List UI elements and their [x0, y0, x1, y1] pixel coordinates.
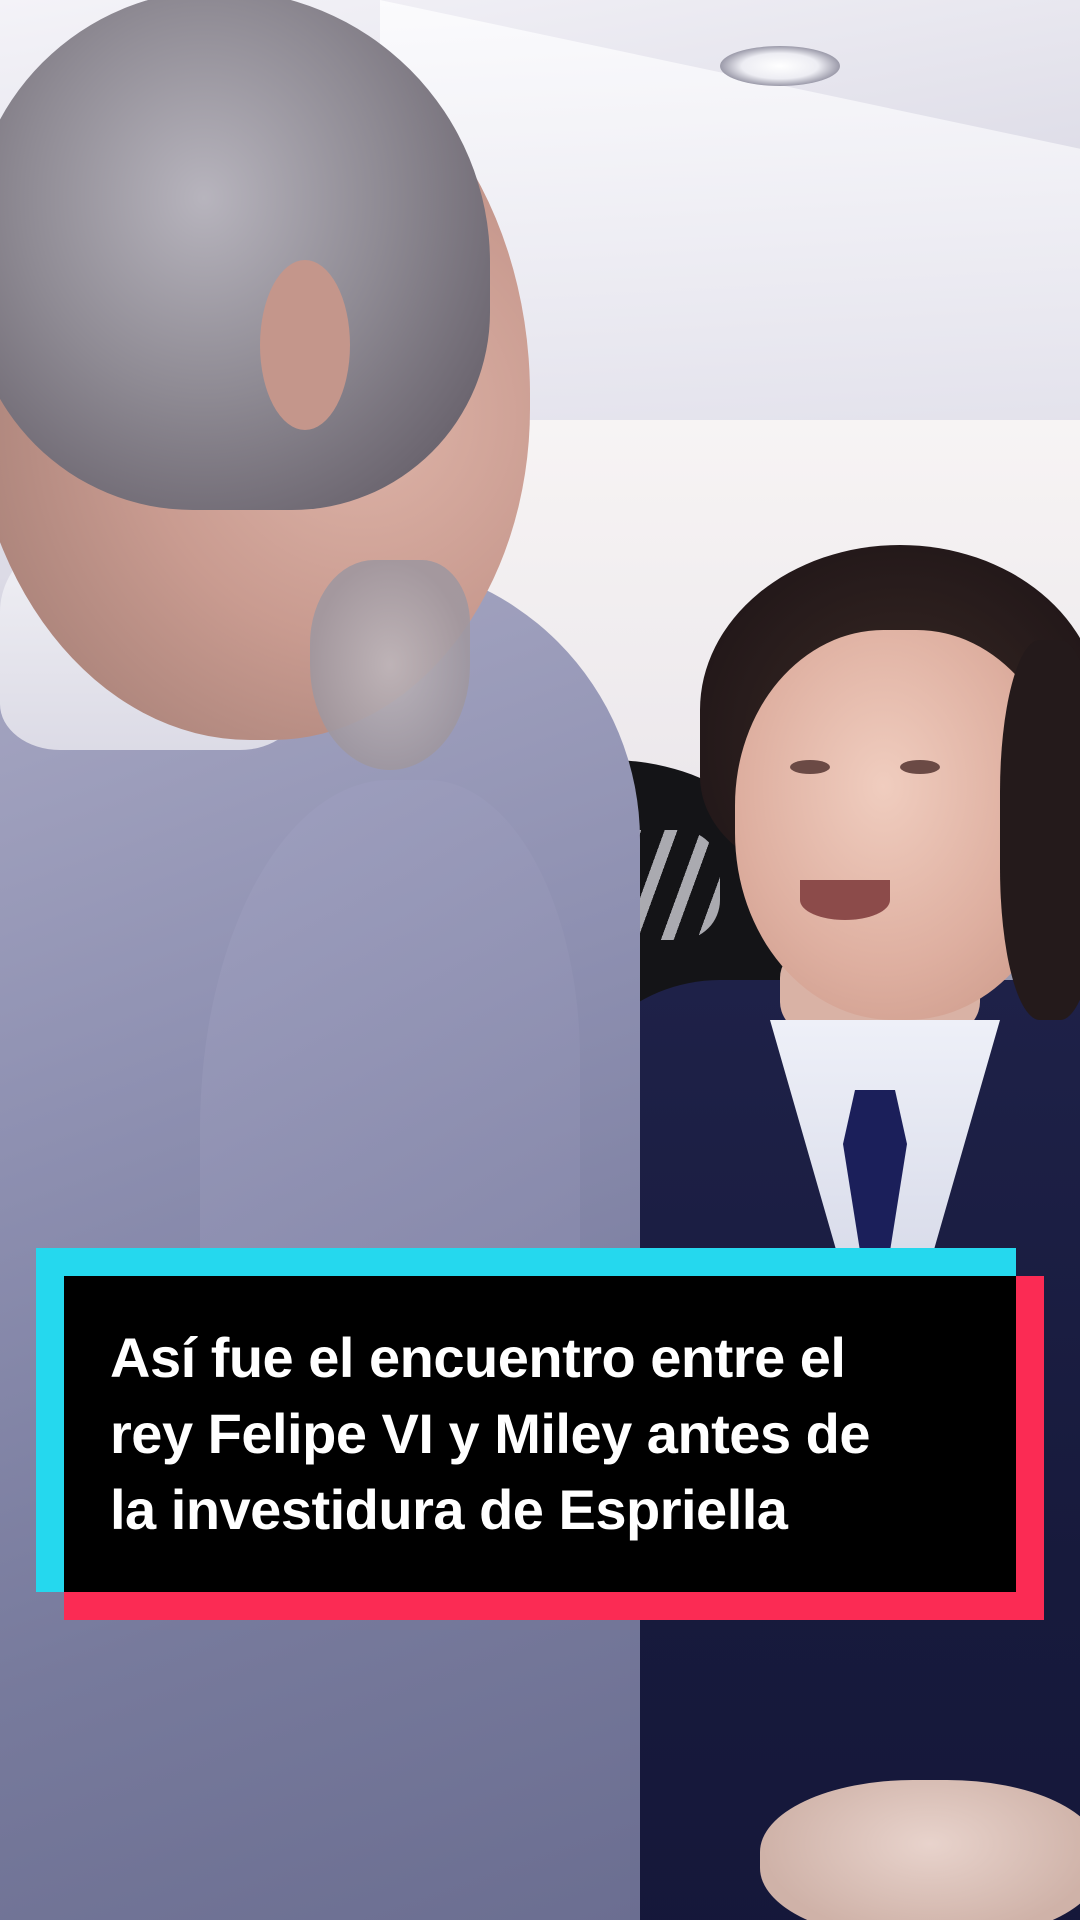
- caption-overlay: Así fue el encuentro entre el rey Felipe…: [36, 1248, 1044, 1620]
- right-person-eye: [790, 760, 830, 774]
- right-person-hair-side: [1000, 640, 1080, 1020]
- left-person-ear: [260, 260, 350, 430]
- right-person-eye: [900, 760, 940, 774]
- left-person-beard: [310, 560, 470, 770]
- caption-line-3: la investidura de Espriella: [110, 1478, 788, 1541]
- ceiling-light: [720, 46, 840, 86]
- handshake: [760, 1780, 1080, 1920]
- caption-line-1: Así fue el encuentro entre el: [110, 1326, 846, 1389]
- left-person-hair: [0, 0, 490, 510]
- video-frame: Así fue el encuentro entre el rey Felipe…: [0, 0, 1080, 1920]
- caption-box: Así fue el encuentro entre el rey Felipe…: [64, 1276, 1016, 1592]
- right-person-mouth: [800, 880, 890, 920]
- caption-line-2: rey Felipe VI y Miley antes de: [110, 1402, 871, 1465]
